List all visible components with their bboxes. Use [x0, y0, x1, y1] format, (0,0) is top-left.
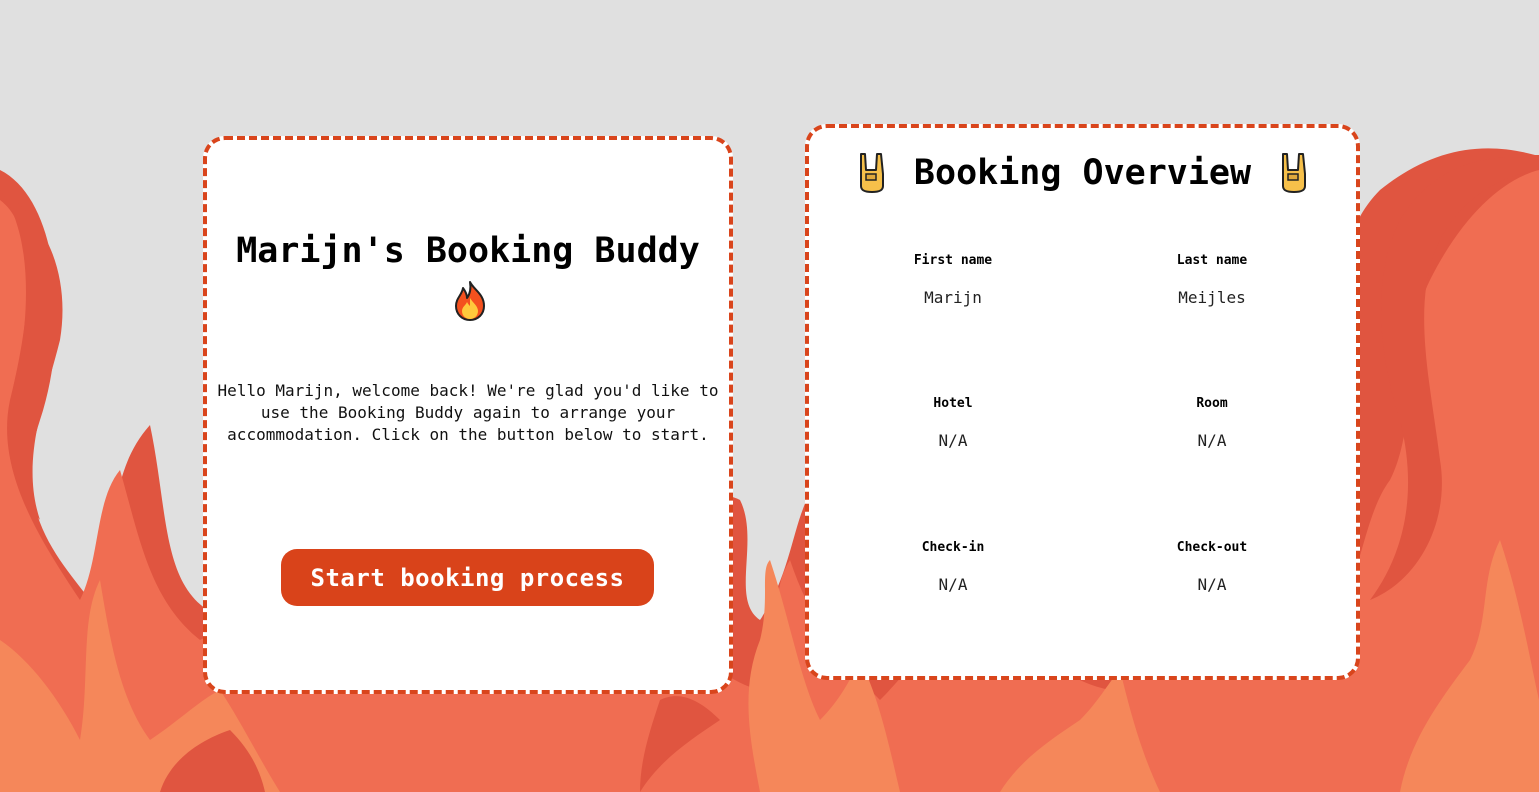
last-name-label: Last name — [1176, 253, 1248, 268]
room-field: Room N/A — [1112, 395, 1312, 451]
fire-emoji-icon — [455, 281, 485, 321]
overview-title: Booking Overview — [913, 153, 1252, 193]
room-label: Room — [1196, 396, 1228, 411]
hotel-label: Hotel — [933, 396, 973, 411]
check-out-label: Check-out — [1176, 540, 1248, 555]
first-name-field: First name Marijn — [853, 252, 1053, 308]
check-out-field: Check-out N/A — [1112, 539, 1312, 595]
booking-overview-card: Booking Overview First name Marijn Last … — [805, 124, 1360, 680]
page: Marijn's Booking Buddy Hello Marijn, wel… — [0, 0, 1539, 792]
check-in-value: N/A — [938, 575, 968, 594]
hotel-value: N/A — [938, 431, 968, 450]
last-name-value: Meijles — [1178, 288, 1246, 307]
first-name-label: First name — [913, 253, 993, 268]
first-name-value: Marijn — [924, 288, 982, 307]
room-value: N/A — [1197, 431, 1227, 450]
welcome-card: Marijn's Booking Buddy Hello Marijn, wel… — [203, 136, 733, 694]
hotel-field: Hotel N/A — [853, 395, 1053, 451]
check-in-label: Check-in — [921, 540, 985, 555]
check-in-field: Check-in N/A — [853, 539, 1053, 595]
page-title: Marijn's Booking Buddy — [236, 231, 700, 271]
last-name-field: Last name Meijles — [1112, 252, 1312, 308]
start-booking-button[interactable]: Start booking process — [281, 549, 654, 606]
rock-on-hand-icon — [1282, 153, 1306, 193]
check-out-value: N/A — [1197, 575, 1227, 594]
welcome-message: Hello Marijn, welcome back! We're glad y… — [217, 381, 719, 444]
